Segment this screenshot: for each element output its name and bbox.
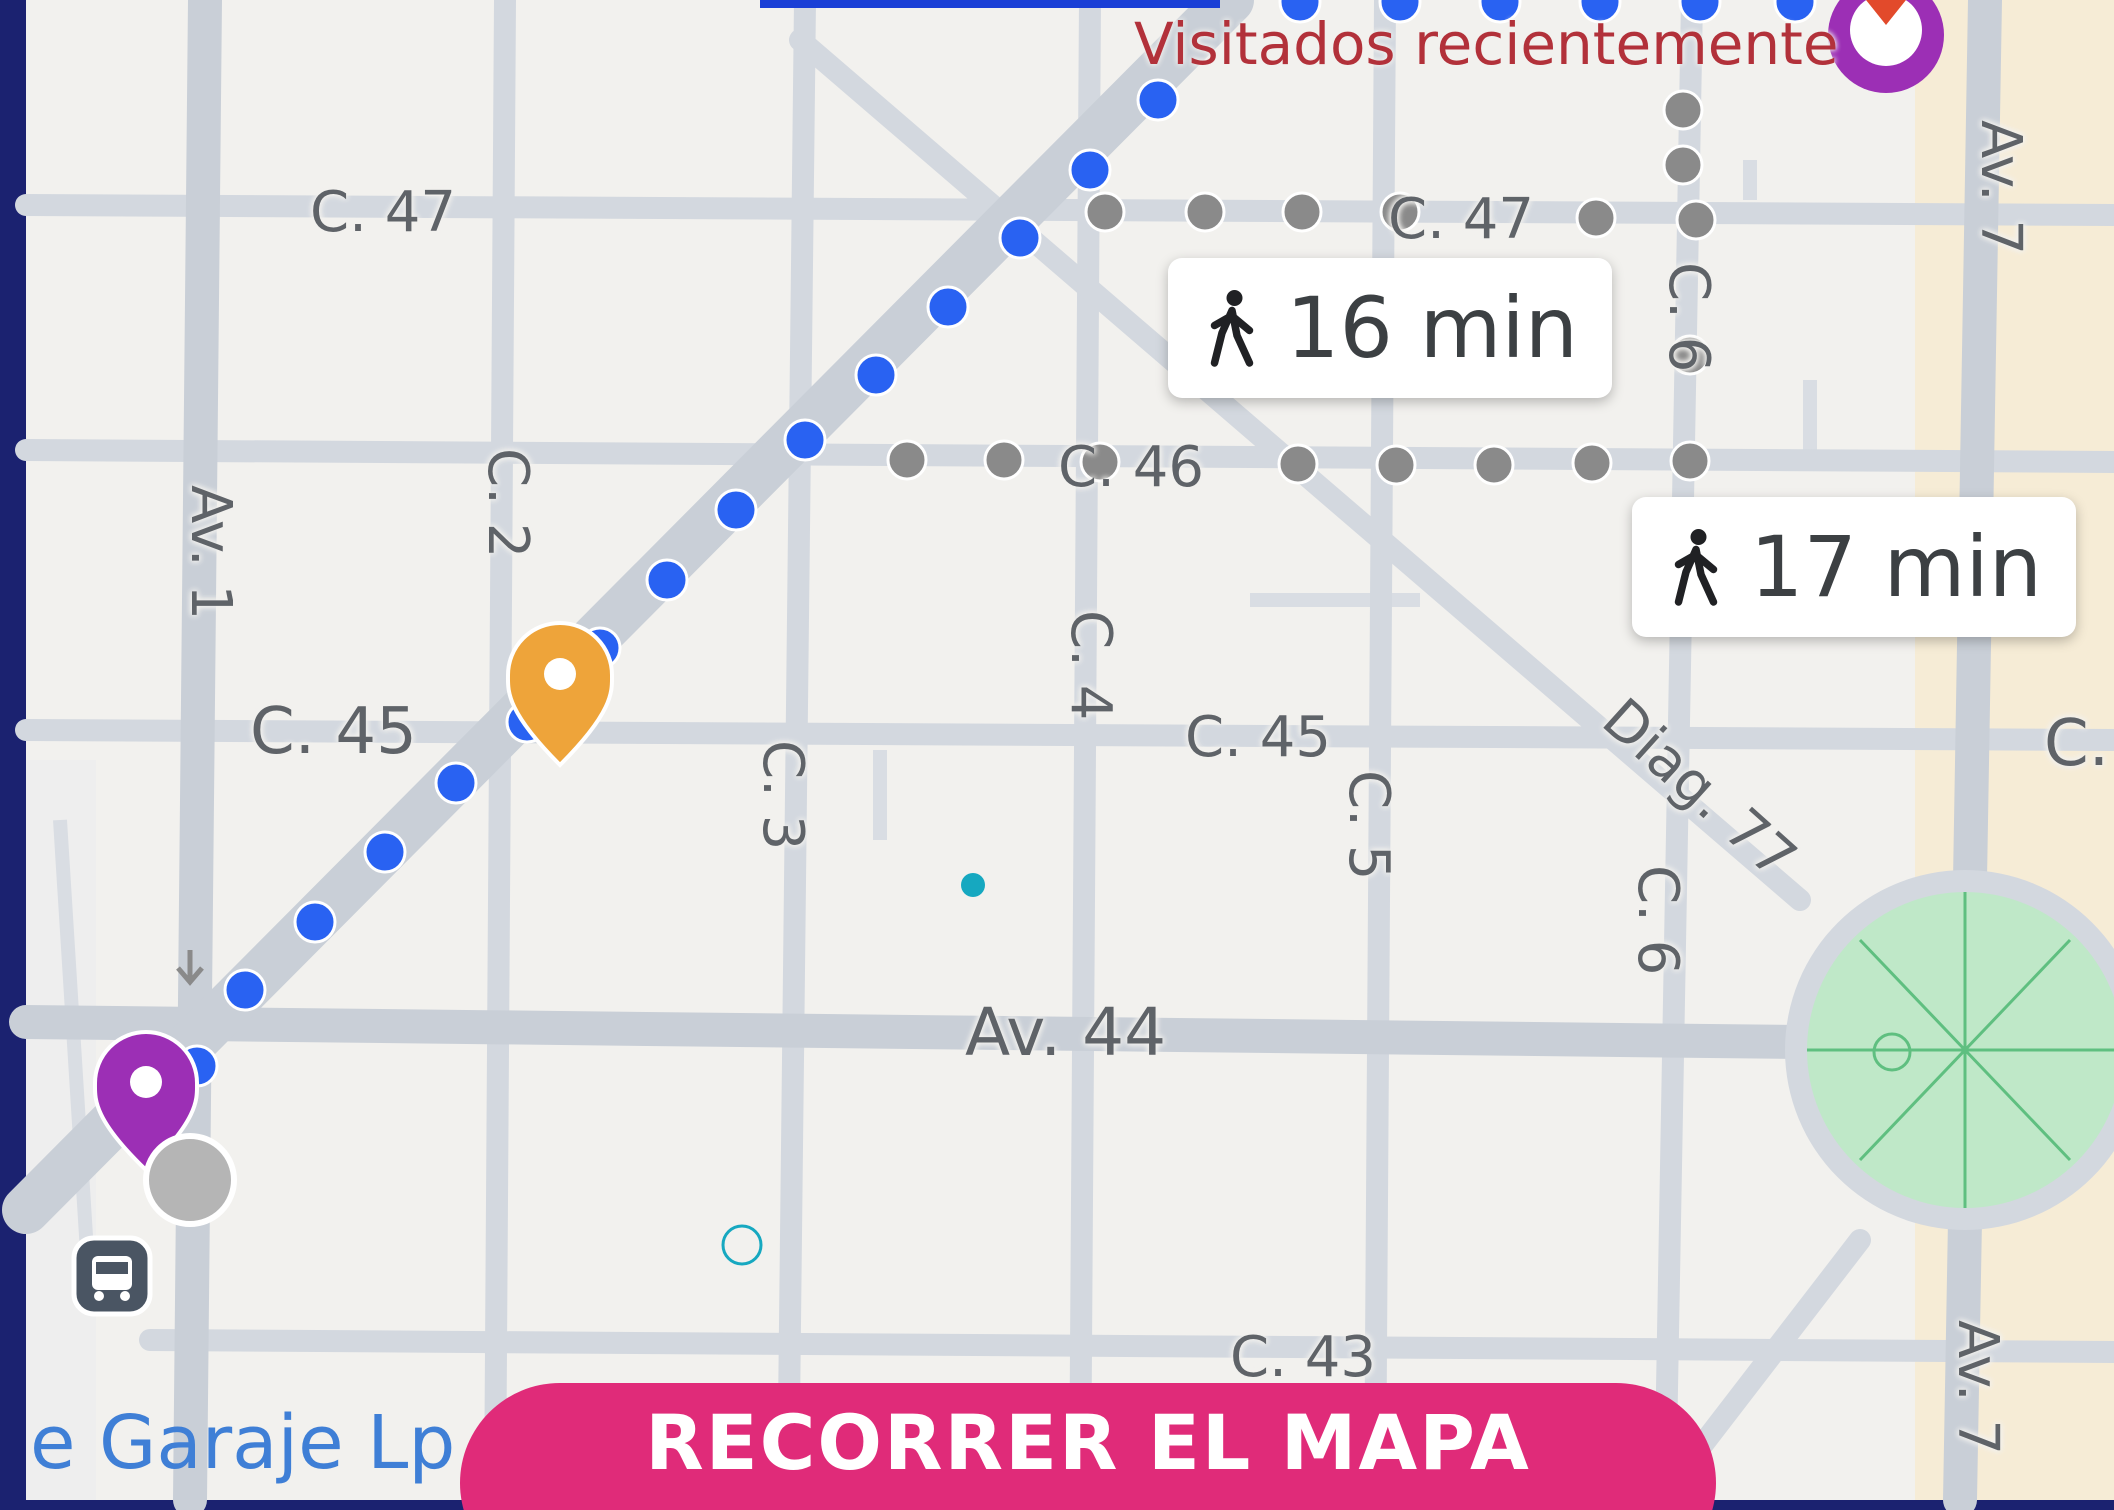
street-label: C. 5 <box>1336 770 1401 881</box>
street-label: Av. 1 <box>178 485 243 621</box>
street-label: Av. 7 <box>1968 120 2033 256</box>
street-label: Av. 44 <box>965 994 1167 1071</box>
route-line-top <box>760 0 1220 8</box>
street-label: C. 2 <box>475 448 540 559</box>
street-label: C. 46 <box>1058 435 1204 500</box>
street-label: C. 47 <box>310 180 456 245</box>
street-label: C. 45 <box>1185 705 1331 770</box>
street-label: C. 3 <box>750 740 815 851</box>
walk-time-badge[interactable]: 17 min <box>1632 497 2076 637</box>
street-label: C. 6 <box>1656 262 1721 373</box>
walking-person-icon <box>1674 529 1718 606</box>
walk-time-badge[interactable]: 16 min <box>1168 258 1612 398</box>
grey-marker-icon[interactable] <box>143 1133 237 1227</box>
location-dot-icon <box>961 873 985 897</box>
street-label: C. 6 <box>1625 865 1690 976</box>
map-screen: C. 47 C. 47 C. 46 C. 45 C. 45 C. 4 C. 43… <box>0 0 2114 1510</box>
walk-time-text: 16 min <box>1286 279 1578 377</box>
street-label: C. 4 <box>1058 610 1123 721</box>
bus-stop-icon[interactable] <box>71 1235 153 1317</box>
street-label: C. 45 <box>250 695 417 769</box>
street-label: C. 43 <box>1230 1325 1376 1390</box>
explore-map-button-label: RECORRER EL MAPA <box>645 1398 1531 1487</box>
recently-visited-label: Visitados recientemente <box>1134 10 1839 78</box>
explore-map-button[interactable]: RECORRER EL MAPA <box>460 1383 1716 1510</box>
street-label: C. 47 <box>1388 187 1534 252</box>
street-label: Av. 7 <box>1945 1320 2010 1456</box>
walking-person-icon <box>1210 290 1254 367</box>
place-label[interactable]: e Garaje Lp <box>30 1400 455 1486</box>
walk-time-text: 17 min <box>1750 518 2042 616</box>
street-label: C. 4 <box>2044 707 2114 781</box>
